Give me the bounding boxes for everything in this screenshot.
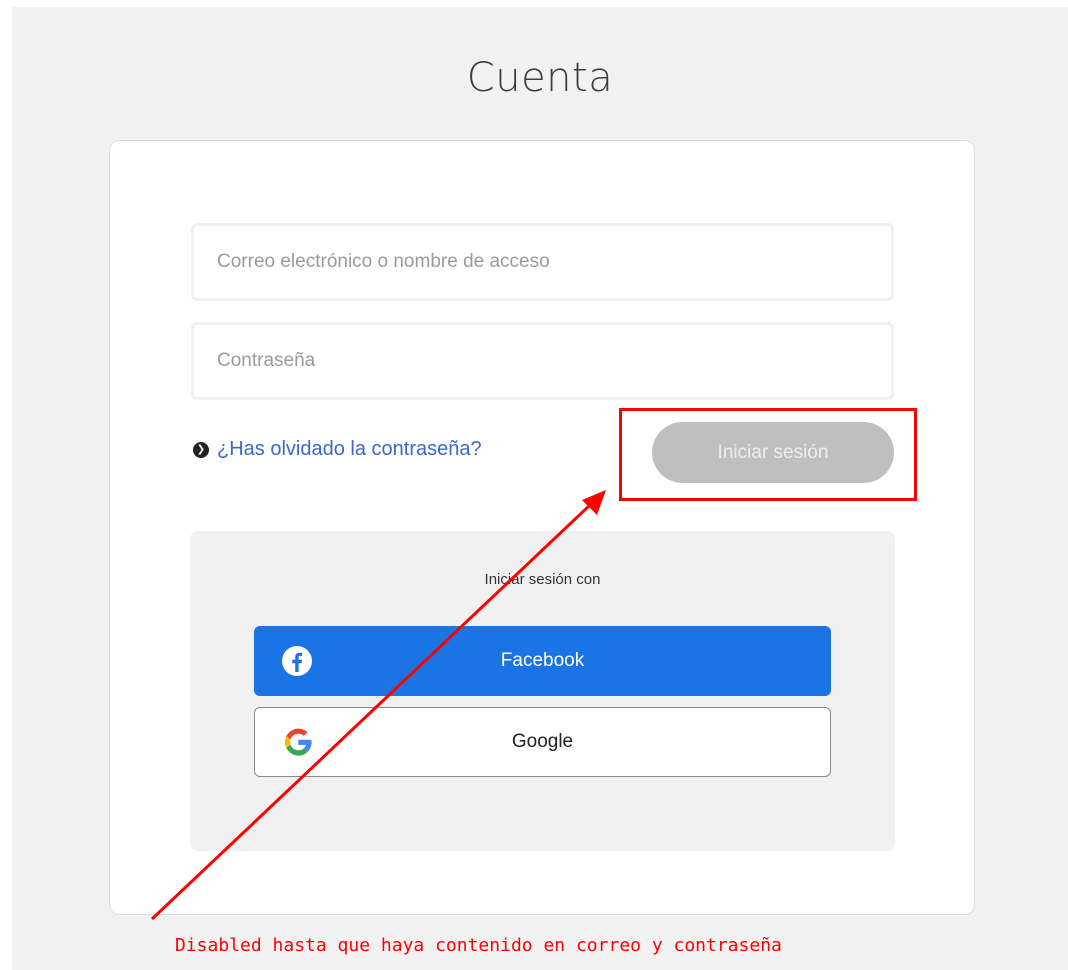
password-input[interactable] [191,322,894,400]
annotation-note: Disabled hasta que haya contenido en cor… [175,935,782,956]
forgot-password-row: ❯ ¿Has olvidado la contraseña? [193,438,482,461]
facebook-login-button[interactable]: Facebook [254,626,831,696]
annotation-highlight-box [619,408,917,501]
google-icon [281,725,315,759]
google-label: Google [511,731,574,752]
chevron-right-circle-icon: ❯ [193,441,209,458]
facebook-icon [280,644,314,678]
email-input[interactable] [191,223,894,301]
forgot-password-link[interactable]: ¿Has olvidado la contraseña? [217,438,482,461]
page-title: Cuenta [466,55,614,101]
facebook-label: Facebook [500,650,585,671]
social-login-panel: Iniciar sesión con Facebook Google [190,531,895,851]
google-login-button[interactable]: Google [254,707,831,777]
social-login-title: Iniciar sesión con [484,571,601,588]
